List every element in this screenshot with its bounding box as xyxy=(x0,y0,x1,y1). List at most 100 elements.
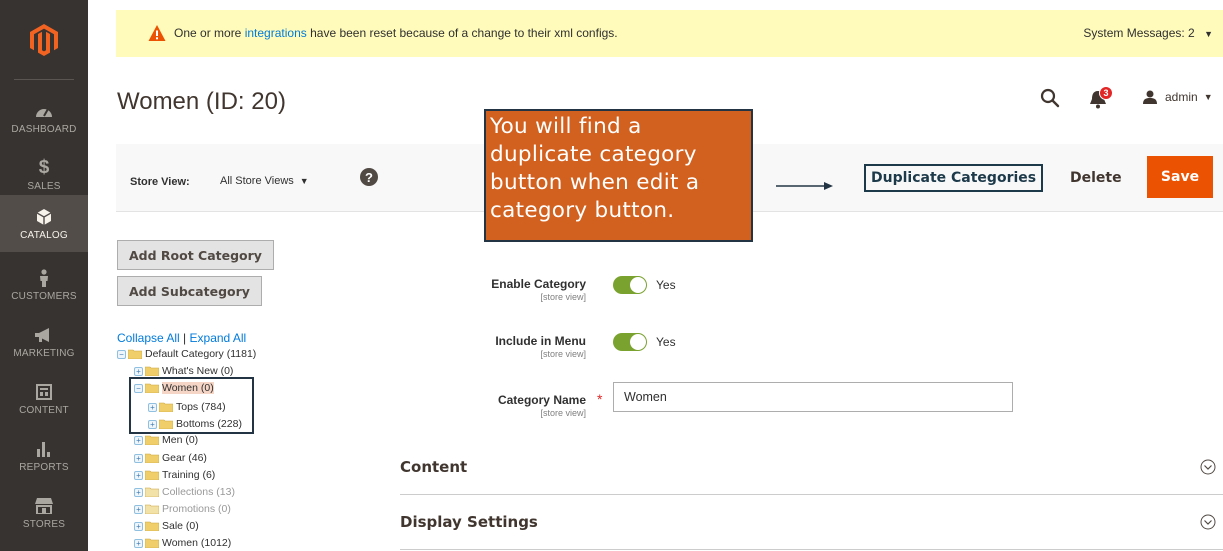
page-title: Women (ID: 20) xyxy=(117,88,286,115)
catalog-box-icon xyxy=(37,207,51,227)
tree-node-men[interactable]: + Men (0) xyxy=(134,433,198,447)
folder-icon xyxy=(145,366,159,376)
nav-label: CONTENT xyxy=(19,404,69,416)
store-view-value: All Store Views xyxy=(220,175,294,187)
integrations-link[interactable]: integrations xyxy=(245,26,307,40)
folder-icon xyxy=(145,504,159,514)
expand-node-icon[interactable]: + xyxy=(134,453,143,463)
message-suffix: have been reset because of a change to t… xyxy=(310,26,618,40)
caret-down-icon: ▼ xyxy=(1203,92,1213,102)
tree-node-label: Gear (46) xyxy=(162,452,207,464)
include-in-menu-label: Include in Menu [store view] xyxy=(466,334,586,359)
folder-icon xyxy=(145,453,159,463)
toggle-knob xyxy=(630,277,646,293)
tree-node-training[interactable]: + Training (6) xyxy=(134,468,215,482)
delete-button[interactable]: Delete xyxy=(1070,170,1122,186)
system-message-text: One or more integrations have been reset… xyxy=(174,26,618,40)
nav-catalog[interactable]: CATALOG xyxy=(0,195,88,252)
expand-node-icon[interactable]: + xyxy=(134,487,143,497)
nav-label: SALES xyxy=(27,180,61,192)
tree-node-label: Promotions (0) xyxy=(162,503,231,515)
tree-node-collections[interactable]: + Collections (13) xyxy=(134,485,235,499)
customers-person-icon xyxy=(39,268,49,288)
content-layout-icon xyxy=(36,382,52,402)
nav-reports[interactable]: REPORTS xyxy=(0,427,88,484)
folder-icon xyxy=(128,349,142,359)
expand-node-icon[interactable]: + xyxy=(134,366,143,376)
expand-node-icon[interactable]: + xyxy=(134,538,143,548)
help-icon[interactable]: ? xyxy=(360,168,378,186)
nav-stores[interactable]: STORES xyxy=(0,484,88,541)
notification-count-badge: 3 xyxy=(1099,86,1113,100)
enable-category-value: Yes xyxy=(656,278,676,292)
expand-node-icon[interactable]: + xyxy=(134,504,143,514)
expand-node-icon[interactable]: + xyxy=(134,470,143,480)
nav-dashboard[interactable]: DASHBOARD xyxy=(0,89,88,146)
field-label-text: Enable Category xyxy=(491,277,586,291)
store-icon xyxy=(35,496,53,516)
tree-node-label: Sale (0) xyxy=(162,520,199,532)
tree-node-gear[interactable]: + Gear (46) xyxy=(134,451,207,465)
toggle-knob xyxy=(630,334,646,350)
category-name-input[interactable] xyxy=(613,382,1013,412)
magento-logo[interactable] xyxy=(0,0,88,80)
tree-expand-controls: Collapse All | Expand All xyxy=(117,331,246,345)
admin-sidebar: DASHBOARD $ SALES CATALOG CUSTOMERS MARK… xyxy=(0,0,88,551)
annotation-arrow xyxy=(776,182,833,190)
add-root-category-button[interactable]: Add Root Category xyxy=(117,240,274,270)
link-separator: | xyxy=(183,331,187,345)
tree-node-label: What's New (0) xyxy=(162,365,234,377)
folder-icon xyxy=(145,521,159,531)
warning-icon xyxy=(148,25,166,41)
scope-label: [store view] xyxy=(540,292,586,302)
nav-content[interactable]: CONTENT xyxy=(0,370,88,427)
required-asterisk: * xyxy=(597,391,603,407)
notifications-button[interactable]: 3 xyxy=(1089,86,1117,110)
admin-user-menu[interactable]: admin ▼ xyxy=(1143,90,1213,104)
tree-node-whats-new[interactable]: + What's New (0) xyxy=(134,364,233,378)
add-subcategory-button[interactable]: Add Subcategory xyxy=(117,276,262,306)
tree-node-promotions[interactable]: + Promotions (0) xyxy=(134,502,231,516)
tree-node-label: Women (1012) xyxy=(162,537,232,549)
search-icon[interactable] xyxy=(1040,88,1060,108)
dashboard-gauge-icon xyxy=(35,101,53,121)
nav-label: REPORTS xyxy=(19,461,69,473)
expand-all-link[interactable]: Expand All xyxy=(190,331,247,345)
store-view-switcher[interactable]: All Store Views ▼ xyxy=(220,175,309,187)
field-label-text: Include in Menu xyxy=(495,334,586,348)
section-content[interactable]: Content xyxy=(400,440,1223,495)
folder-icon xyxy=(145,435,159,445)
tree-node-label: Training (6) xyxy=(162,469,216,481)
duplicate-categories-button[interactable]: Duplicate Categories xyxy=(864,164,1044,192)
caret-down-icon: ▼ xyxy=(299,176,309,186)
system-messages-dropdown[interactable]: System Messages: 2 ▼ xyxy=(1083,26,1213,40)
include-in-menu-value: Yes xyxy=(656,335,676,349)
expand-node-icon[interactable]: + xyxy=(134,435,143,445)
save-button[interactable]: Save xyxy=(1147,156,1213,198)
section-title: Display Settings xyxy=(400,513,538,531)
nav-marketing[interactable]: MARKETING xyxy=(0,313,88,370)
enable-category-label: Enable Category [store view] xyxy=(466,277,586,302)
include-in-menu-toggle[interactable] xyxy=(613,333,647,351)
tree-node-label: Men (0) xyxy=(162,434,199,446)
caret-down-icon: ▼ xyxy=(1204,29,1213,39)
tree-node-women-2[interactable]: + Women (1012) xyxy=(134,536,231,550)
section-display-settings[interactable]: Display Settings xyxy=(400,495,1223,550)
chevron-down-icon xyxy=(1200,459,1216,475)
nav-customers[interactable]: CUSTOMERS xyxy=(0,256,88,313)
folder-icon xyxy=(145,487,159,497)
collapse-node-icon[interactable]: − xyxy=(117,349,126,359)
collapse-all-link[interactable]: Collapse All xyxy=(117,331,180,345)
folder-icon xyxy=(145,538,159,548)
nav-label: STORES xyxy=(22,518,66,530)
expand-node-icon[interactable]: + xyxy=(134,521,143,531)
enable-category-toggle[interactable] xyxy=(613,276,647,294)
tree-node-sale[interactable]: + Sale (0) xyxy=(134,519,199,533)
tree-node-default-category[interactable]: − Default Category (1181) xyxy=(117,347,256,361)
admin-username: admin xyxy=(1165,90,1198,104)
system-messages-counter: System Messages: 2 xyxy=(1083,26,1195,40)
bar-chart-icon xyxy=(36,439,52,459)
tree-node-label: Default Category (1181) xyxy=(145,348,257,360)
field-label-text: Category Name xyxy=(497,393,586,407)
nav-label: CUSTOMERS xyxy=(11,290,77,302)
